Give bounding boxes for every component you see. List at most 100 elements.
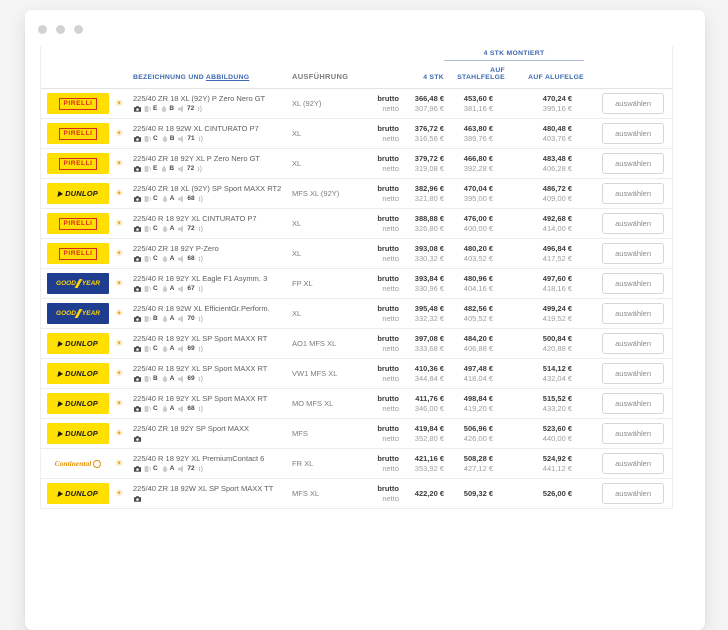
select-button[interactable]: auswählen xyxy=(602,423,664,444)
select-button[interactable]: auswählen xyxy=(602,93,664,114)
price-4stk-cell: 397,08 € 333,68 € xyxy=(399,334,444,354)
photo-camera-icon[interactable] xyxy=(133,165,142,173)
wet-grip-icon xyxy=(162,285,168,293)
price-alloy-gross: 470,24 € xyxy=(542,93,572,103)
photo-camera-icon[interactable] xyxy=(133,225,142,233)
sun-icon: ☀ xyxy=(115,428,124,438)
brand-logo-cell: PIRELLI xyxy=(47,93,115,114)
select-button[interactable]: auswählen xyxy=(602,453,664,474)
photo-camera-icon[interactable] xyxy=(133,135,142,143)
select-button[interactable]: auswählen xyxy=(602,243,664,264)
select-button[interactable]: auswählen xyxy=(602,333,664,354)
gross-label: brutto xyxy=(377,123,399,133)
eu-tyre-label: C A 72 xyxy=(144,225,204,233)
description-header-text: BEZEICHNUNG UND xyxy=(133,74,206,81)
photo-camera-icon[interactable] xyxy=(133,435,142,443)
gross-label: brutto xyxy=(377,333,399,343)
price-alloy-gross: 486,72 € xyxy=(542,183,572,193)
mounted-group-label: 4 STK MONTIERT xyxy=(483,50,545,57)
photo-camera-icon[interactable] xyxy=(133,465,142,473)
action-cell: auswählen xyxy=(572,453,672,474)
price-steel-gross: 498,84 € xyxy=(463,393,493,403)
price-steel-gross: 508,28 € xyxy=(463,453,493,463)
photo-camera-icon[interactable] xyxy=(133,495,142,503)
select-button[interactable]: auswählen xyxy=(602,483,664,504)
noise-speaker-icon xyxy=(178,195,185,203)
table-row: PIRELLI ☀ 225/40 ZR 18 92Y P-Zero C A 68… xyxy=(41,239,672,269)
net-label: netto xyxy=(382,193,399,203)
gross-label: brutto xyxy=(377,273,399,283)
brand-logo-cell: PIRELLI xyxy=(47,243,115,264)
column-header-row: BEZEICHNUNG UND ABBILDUNG AUSFÜHRUNG 4 S… xyxy=(41,61,672,89)
price-steel-net: 389,76 € xyxy=(463,133,493,143)
photo-camera-icon[interactable] xyxy=(133,195,142,203)
dunlop-arrow-icon xyxy=(57,340,64,347)
photo-camera-icon[interactable] xyxy=(133,105,142,113)
photo-camera-icon[interactable] xyxy=(133,285,142,293)
fuel-efficiency-icon xyxy=(144,465,151,473)
window-control-dot[interactable] xyxy=(56,24,65,34)
select-button[interactable]: auswählen xyxy=(602,303,664,324)
pirelli-logo: PIRELLI xyxy=(47,213,109,234)
noise-db-value: 71 xyxy=(187,135,195,142)
price-steel-gross: 470,04 € xyxy=(463,183,493,193)
tyre-description-cell: 225/40 ZR 18 92Y XL P Zero Nero GT E B 7… xyxy=(133,154,292,173)
wet-grip-icon xyxy=(161,105,167,113)
select-button[interactable]: auswählen xyxy=(602,153,664,174)
select-button[interactable]: auswählen xyxy=(602,213,664,234)
photo-camera-icon[interactable] xyxy=(133,255,142,263)
tyre-info-icons: C A 69 xyxy=(133,345,292,353)
eu-tyre-label: C A 69 xyxy=(144,345,204,353)
eu-tyre-label: C A 72 xyxy=(144,465,204,473)
continental-logo-text: Continental xyxy=(54,459,92,468)
photo-camera-icon[interactable] xyxy=(133,405,142,413)
price-4stk-cell: 422,20 € xyxy=(399,489,444,499)
price-steel-net: 403,52 € xyxy=(463,253,493,263)
price-steel-rim-cell: 506,96 € 426,00 € xyxy=(444,424,493,444)
select-button[interactable]: auswählen xyxy=(602,123,664,144)
description-column-header: BEZEICHNUNG UND ABBILDUNG xyxy=(133,74,292,81)
version-cell: MFS xyxy=(292,429,308,438)
gross-label: brutto xyxy=(377,93,399,103)
sound-waves-icon xyxy=(198,375,204,383)
wet-grip-icon xyxy=(162,195,168,203)
photo-camera-icon[interactable] xyxy=(133,375,142,383)
tyre-description-cell: 225/40 R 18 92Y XL CINTURATO P7 C A 72 xyxy=(133,214,292,233)
summer-tyre-icon: ☀ xyxy=(115,489,133,498)
window-control-dot[interactable] xyxy=(74,24,83,34)
window-control-dot[interactable] xyxy=(38,24,47,34)
dunlop-arrow-icon xyxy=(57,430,64,437)
noise-db-value: 69 xyxy=(187,375,195,382)
summer-tyre-icon: ☀ xyxy=(115,159,133,168)
price-alloy-gross: 492,68 € xyxy=(542,213,572,223)
tyre-info-icons: C A 72 xyxy=(133,225,292,233)
wet-grip-class: A xyxy=(169,345,175,352)
abbildung-sort-link[interactable]: ABBILDUNG xyxy=(206,74,249,81)
price-4stk-net: 316,56 € xyxy=(414,133,444,143)
gross-label: brutto xyxy=(377,483,399,493)
sound-waves-icon xyxy=(198,345,204,353)
photo-camera-icon[interactable] xyxy=(133,315,142,323)
price-4stk-cell: 411,76 € 346,00 € xyxy=(399,394,444,414)
wet-grip-class: A xyxy=(169,375,175,382)
noise-speaker-icon xyxy=(178,255,185,263)
select-button[interactable]: auswählen xyxy=(602,393,664,414)
price-4stk-gross: 397,08 € xyxy=(414,333,444,343)
select-button[interactable]: auswählen xyxy=(602,273,664,294)
price-alloy-gross: 500,84 € xyxy=(542,333,572,343)
wet-grip-class: B xyxy=(169,135,175,142)
select-button[interactable]: auswählen xyxy=(602,183,664,204)
tyre-name: 225/40 R 18 92Y XL PremiumContact 6 xyxy=(133,454,265,463)
dunlop-arrow-icon xyxy=(57,370,64,377)
select-button[interactable]: auswählen xyxy=(602,363,664,384)
dunlop-logo: DUNLOP xyxy=(47,183,109,204)
version-cell: XL xyxy=(292,159,302,168)
summer-tyre-icon: ☀ xyxy=(115,279,133,288)
table-row: DUNLOP ☀ 225/40 ZR 18 92W XL SP Sport MA… xyxy=(41,479,672,509)
table-row: DUNLOP ☀ 225/40 ZR 18 XL (92Y) SP Sport … xyxy=(41,179,672,209)
dunlop-logo-text: DUNLOP xyxy=(65,189,98,198)
fuel-efficiency-icon xyxy=(144,315,151,323)
tyre-description-cell: 225/40 ZR 18 XL (92Y) SP Sport MAXX RT2 … xyxy=(133,184,292,203)
price-4stk-gross: 382,96 € xyxy=(414,183,444,193)
photo-camera-icon[interactable] xyxy=(133,345,142,353)
